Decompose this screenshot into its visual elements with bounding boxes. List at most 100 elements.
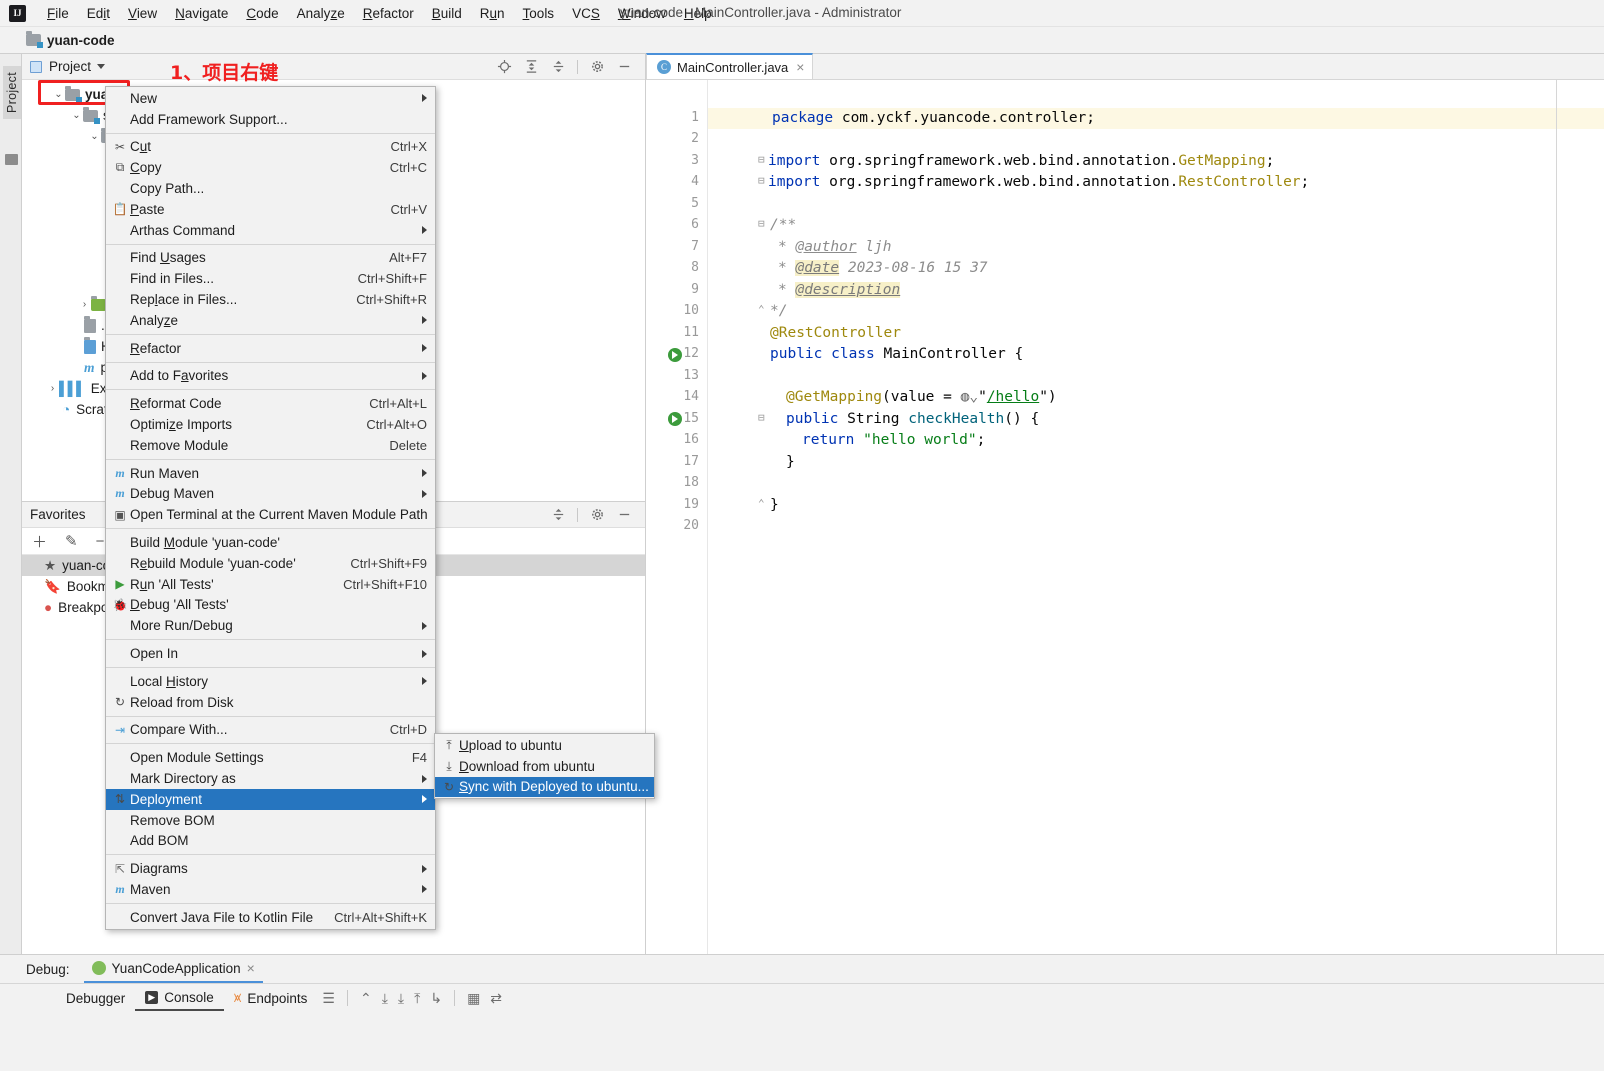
locate-icon[interactable] (496, 59, 512, 75)
menu-item-cut[interactable]: ✂ Cut Ctrl+X (106, 137, 435, 158)
menu-item-add-framework-support[interactable]: Add Framework Support... (106, 109, 435, 130)
chevron-right-icon[interactable]: › (78, 299, 91, 310)
menu-item-reload-from-disk[interactable]: ↻ Reload from Disk (106, 692, 435, 713)
menu-item-find-in-files[interactable]: Find in Files... Ctrl+Shift+F (106, 268, 435, 289)
menu-separator (106, 639, 435, 641)
editor-gutter[interactable]: 1 2 3 4 5 6 7 8 9 10 11 12 13 14 15 16 1… (646, 80, 708, 954)
menu-build[interactable]: Build (423, 3, 471, 24)
submenu-arrow-icon (422, 316, 427, 325)
step-over-icon[interactable]: ⤓ (377, 990, 393, 1007)
menu-item-paste[interactable]: 📋 Paste Ctrl+V (106, 199, 435, 220)
code-text-area[interactable]: ⊟ ⊟ ⊟ ⌃ ⊟ ⌃ package com.yckf.yuancode.co… (708, 80, 1604, 954)
edit-icon[interactable]: ✎ (65, 532, 78, 550)
gear-icon[interactable] (589, 507, 605, 523)
run-gutter-icon-class[interactable] (668, 348, 682, 362)
menu-item-local-history[interactable]: Local History (106, 671, 435, 692)
run-to-cursor-icon[interactable]: ↳ (425, 990, 447, 1007)
menu-item-replace-in-files[interactable]: Replace in Files... Ctrl+Shift+R (106, 289, 435, 310)
menu-navigate[interactable]: Navigate (166, 3, 237, 24)
evaluate-expression-icon[interactable]: ▦ (462, 990, 485, 1007)
menu-item-label: Remove Module (130, 437, 229, 453)
expand-all-icon[interactable] (523, 59, 539, 75)
project-context-menu[interactable]: New Add Framework Support... ✂ Cut Ctrl+… (105, 86, 436, 930)
menu-run[interactable]: Run (471, 3, 514, 24)
menu-item-convert-java-to-kotlin[interactable]: Convert Java File to Kotlin File Ctrl+Al… (106, 907, 435, 928)
menu-tools[interactable]: Tools (514, 3, 564, 24)
minimize-icon[interactable] (616, 507, 632, 523)
menu-item-compare-with[interactable]: ⇥ Compare With... Ctrl+D (106, 720, 435, 741)
menu-item-remove-module[interactable]: Remove Module Delete (106, 435, 435, 456)
menu-item-build-module[interactable]: Build Module 'yuan-code' (106, 532, 435, 553)
debug-tab-console[interactable]: ▶ Console (135, 986, 224, 1011)
menu-item-reformat-code[interactable]: Reformat Code Ctrl+Alt+L (106, 393, 435, 414)
menu-item-open-module-settings[interactable]: Open Module Settings F4 (106, 747, 435, 768)
menu-item-run-maven[interactable]: m Run Maven (106, 463, 435, 484)
menu-view[interactable]: View (119, 3, 166, 24)
run-config-tab[interactable]: YuanCodeApplication × (83, 956, 263, 983)
tool-tab-project[interactable]: Project (3, 66, 21, 120)
menu-item-arthas-command[interactable]: Arthas Command (106, 220, 435, 241)
debug-tab-debugger[interactable]: Debugger (56, 987, 135, 1010)
menu-item-shortcut: Alt+F7 (389, 250, 427, 266)
menu-file[interactable]: File (38, 3, 78, 24)
collapse-all-icon[interactable] (550, 59, 566, 75)
chevron-down-icon[interactable]: ⌄ (88, 131, 101, 142)
menu-vcs[interactable]: VCS (563, 3, 609, 24)
menu-item-add-to-favorites[interactable]: Add to Favorites (106, 366, 435, 387)
close-icon[interactable]: × (247, 960, 255, 976)
run-gutter-icon-method[interactable] (668, 412, 682, 426)
menu-item-remove-bom[interactable]: Remove BOM (106, 810, 435, 831)
soft-wrap-icon[interactable]: ⇄ (485, 990, 507, 1007)
menu-item-open-terminal-maven[interactable]: ▣ Open Terminal at the Current Maven Mod… (106, 504, 435, 525)
menu-code[interactable]: Code (237, 3, 287, 24)
step-into-icon[interactable]: ⤓ (393, 990, 409, 1007)
menu-item-copy-path[interactable]: Copy Path... (106, 178, 435, 199)
menu-item-debug-all-tests[interactable]: 🐞 Debug 'All Tests' (106, 595, 435, 616)
structure-icon[interactable] (5, 154, 18, 165)
right-margin-guide (1556, 80, 1557, 954)
line-number: 9 (691, 282, 699, 297)
collapse-all-icon[interactable] (550, 507, 566, 523)
submenu-item-download-from-ubuntu[interactable]: ⤓ Download from ubuntu (435, 756, 654, 777)
menu-item-optimize-imports[interactable]: Optimize Imports Ctrl+Alt+O (106, 414, 435, 435)
add-icon[interactable]: ＋ (32, 531, 47, 552)
editor-tab-maincontroller[interactable]: C MainController.java × (646, 53, 814, 79)
chevron-down-icon[interactable] (97, 64, 106, 69)
menu-icon[interactable]: ☰ (317, 990, 340, 1007)
debug-tab-endpoints[interactable]: ⩙ Endpoints (224, 986, 318, 1010)
menu-item-new[interactable]: New (106, 88, 435, 109)
navbar-project-label[interactable]: yuan-code (47, 33, 115, 48)
chevron-right-icon[interactable]: › (46, 383, 59, 394)
menu-item-more-run-debug[interactable]: More Run/Debug (106, 615, 435, 636)
menu-item-find-usages[interactable]: Find Usages Alt+F7 (106, 248, 435, 269)
menu-item-add-bom[interactable]: Add BOM (106, 831, 435, 852)
menu-item-open-in[interactable]: Open In (106, 643, 435, 664)
chevron-down-icon[interactable]: ⌄ (70, 110, 83, 121)
submenu-item-upload-to-ubuntu[interactable]: ⤒ Upload to ubuntu (435, 735, 654, 756)
menu-item-maven[interactable]: m Maven (106, 879, 435, 900)
code-editor[interactable]: 1 2 3 4 5 6 7 8 9 10 11 12 13 14 15 16 1… (646, 80, 1604, 954)
menu-edit[interactable]: Edit (78, 3, 119, 24)
menu-item-diagrams[interactable]: ⇱ Diagrams (106, 858, 435, 879)
force-step-into-icon[interactable]: ⤒ (409, 990, 425, 1007)
submenu-item-sync-with-deployed[interactable]: ↻ Sync with Deployed to ubuntu... (435, 776, 654, 798)
clipboard-icon: 📋 (112, 202, 128, 217)
menu-item-rebuild-module[interactable]: Rebuild Module 'yuan-code' Ctrl+Shift+F9 (106, 553, 435, 574)
menu-item-deployment[interactable]: ⇅ Deployment (106, 788, 435, 810)
gear-icon[interactable] (589, 59, 605, 75)
menu-item-label: Arthas Command (130, 222, 236, 238)
minimize-icon[interactable] (616, 59, 632, 75)
menu-analyze[interactable]: Analyze (288, 3, 354, 24)
menu-item-copy[interactable]: ⧉ Copy Ctrl+C (106, 157, 435, 178)
menu-item-debug-maven[interactable]: m Debug Maven (106, 484, 435, 505)
close-icon[interactable]: × (796, 60, 804, 74)
step-out-icon[interactable]: ⌃ (355, 990, 377, 1007)
menu-item-refactor[interactable]: Refactor (106, 338, 435, 359)
menu-item-mark-directory-as[interactable]: Mark Directory as (106, 768, 435, 789)
menu-item-run-all-tests[interactable]: ▶ Run 'All Tests' Ctrl+Shift+F10 (106, 574, 435, 595)
menu-item-analyze[interactable]: Analyze (106, 310, 435, 331)
deployment-submenu[interactable]: ⤒ Upload to ubuntu ⤓ Download from ubunt… (434, 733, 655, 800)
remove-icon[interactable]: − (96, 533, 105, 550)
submenu-arrow-icon (422, 864, 427, 873)
menu-refactor[interactable]: Refactor (354, 3, 423, 24)
